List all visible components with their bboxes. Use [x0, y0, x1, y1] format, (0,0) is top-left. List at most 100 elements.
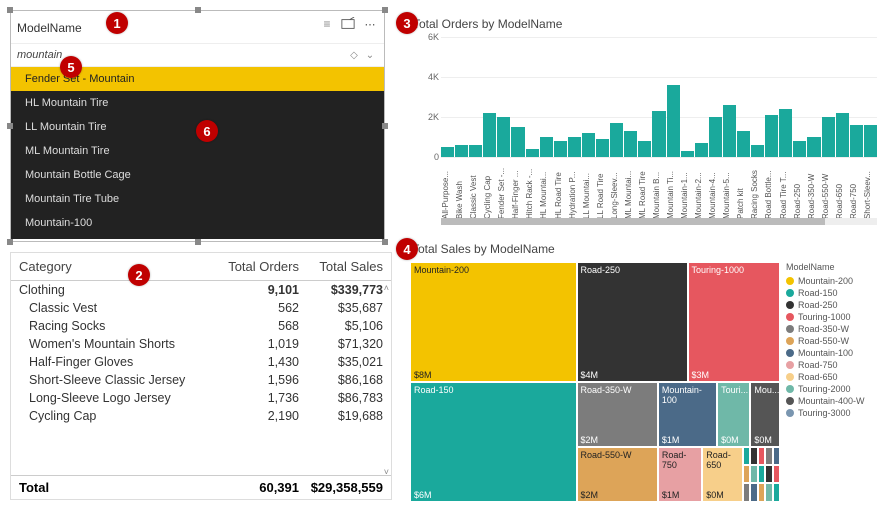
slicer-option[interactable]: Mountain Bottle Cage — [11, 163, 384, 187]
resize-handle[interactable] — [195, 7, 201, 13]
slicer-option[interactable]: HL Mountain Tire — [11, 91, 384, 115]
treemap-area[interactable]: Mountain-200$8MRoad-150$6MRoad-250$4MTou… — [410, 262, 780, 502]
treemap-tile[interactable]: Road-550-W$2M — [577, 447, 658, 502]
bar[interactable] — [511, 127, 524, 157]
legend-item[interactable]: Road-150 — [786, 288, 884, 298]
bar[interactable] — [483, 113, 496, 157]
treemap-tile-small[interactable] — [743, 483, 750, 501]
legend-item[interactable]: Mountain-200 — [786, 276, 884, 286]
legend-item[interactable]: Road-350-W — [786, 324, 884, 334]
bar[interactable] — [540, 137, 553, 157]
col-header-category[interactable]: Category — [19, 259, 219, 274]
matrix-row[interactable]: Clothing9,101$339,773 — [11, 281, 391, 299]
resize-handle[interactable] — [7, 7, 13, 13]
chart-scrollbar[interactable] — [441, 218, 877, 225]
treemap-tile[interactable]: Road-650$0M — [702, 447, 743, 502]
resize-handle[interactable] — [382, 123, 388, 129]
clear-search-icon[interactable]: ◇ — [346, 50, 362, 61]
slicer-dropdown[interactable]: Fender Set - MountainHL Mountain TireLL … — [11, 67, 384, 239]
treemap-tile[interactable]: Touri...$0M — [717, 382, 750, 447]
matrix-row[interactable]: Women's Mountain Shorts1,019$71,320 — [11, 335, 391, 353]
bar[interactable] — [751, 145, 764, 157]
bar[interactable] — [864, 125, 877, 157]
resize-handle[interactable] — [7, 239, 13, 245]
treemap-tile[interactable]: Road-350-W$2M — [577, 382, 658, 447]
treemap-tile-small[interactable] — [758, 465, 765, 483]
treemap-tile-small[interactable] — [765, 447, 772, 465]
treemap-tile[interactable]: Road-150$6M — [410, 382, 577, 502]
treemap-tile[interactable]: Mountain-100$1M — [658, 382, 717, 447]
bar[interactable] — [441, 147, 454, 157]
treemap-tile-small[interactable] — [750, 465, 757, 483]
focus-mode-icon[interactable] — [340, 16, 356, 32]
bar[interactable] — [596, 139, 609, 157]
resize-handle[interactable] — [382, 7, 388, 13]
bar[interactable] — [652, 111, 665, 157]
treemap-tile-small[interactable] — [765, 465, 772, 483]
drag-handle-icon[interactable]: ≡ — [320, 17, 334, 31]
bar[interactable] — [807, 137, 820, 157]
treemap-tile[interactable]: Road-750$1M — [658, 447, 702, 502]
slicer-option[interactable]: ML Mountain Tire — [11, 139, 384, 163]
treemap-tile-small[interactable] — [765, 483, 772, 501]
bar[interactable] — [779, 109, 792, 157]
matrix-row[interactable]: Short-Sleeve Classic Jersey1,596$86,168 — [11, 371, 391, 389]
treemap-tile[interactable]: Mountain-200$8M — [410, 262, 577, 382]
bar[interactable] — [723, 105, 736, 157]
treemap-tile-small[interactable] — [758, 447, 765, 465]
bar[interactable] — [793, 141, 806, 157]
matrix-row[interactable]: Cycling Cap2,190$19,688 — [11, 407, 391, 425]
bar[interactable] — [568, 137, 581, 157]
bar[interactable] — [610, 123, 623, 157]
bar[interactable] — [709, 117, 722, 157]
legend-item[interactable]: Touring-1000 — [786, 312, 884, 322]
treemap-tile-small[interactable] — [773, 483, 780, 501]
bar[interactable] — [850, 125, 863, 157]
legend-item[interactable]: Road-750 — [786, 360, 884, 370]
treemap-tile-small[interactable] — [773, 465, 780, 483]
more-options-icon[interactable]: ⋯ — [362, 16, 378, 32]
bar[interactable] — [554, 141, 567, 157]
slicer-option[interactable]: Mountain Tire Tube — [11, 187, 384, 211]
chevron-down-icon[interactable]: ⌄ — [362, 50, 378, 61]
resize-handle[interactable] — [195, 239, 201, 245]
slicer-option[interactable]: Mountain-100 — [11, 211, 384, 235]
bar[interactable] — [737, 131, 750, 157]
treemap-tile[interactable]: Touring-1000$3M — [688, 262, 781, 382]
treemap-tile-small[interactable] — [743, 447, 750, 465]
col-header-sales[interactable]: Total Sales — [299, 259, 383, 274]
bar-chart-visual[interactable]: Total Orders by ModelName 02K4K6K All-Pu… — [404, 10, 884, 230]
bar[interactable] — [624, 131, 637, 157]
treemap-tile-small[interactable] — [743, 465, 750, 483]
bar[interactable] — [836, 113, 849, 157]
treemap-visual[interactable]: Total Sales by ModelName Mountain-200$8M… — [404, 240, 884, 510]
resize-handle[interactable] — [382, 239, 388, 245]
bar[interactable] — [497, 117, 510, 157]
legend-item[interactable]: Road-250 — [786, 300, 884, 310]
treemap-tile-small[interactable] — [773, 447, 780, 465]
bar[interactable] — [765, 115, 778, 157]
matrix-row[interactable]: Racing Socks568$5,106 — [11, 317, 391, 335]
treemap-tile[interactable]: Road-250$4M — [577, 262, 688, 382]
scroll-up-icon[interactable]: ˄ — [384, 283, 389, 293]
bar[interactable] — [526, 149, 539, 157]
treemap-tile-small[interactable] — [750, 483, 757, 501]
bar[interactable] — [667, 85, 680, 157]
legend-item[interactable]: Touring-3000 — [786, 408, 884, 418]
bar[interactable] — [455, 145, 468, 157]
bar[interactable] — [822, 117, 835, 157]
matrix-visual[interactable]: Category Total Orders Total Sales ˄ Clot… — [10, 252, 392, 500]
legend-item[interactable]: Road-650 — [786, 372, 884, 382]
legend-item[interactable]: Road-550-W — [786, 336, 884, 346]
bar[interactable] — [638, 141, 651, 157]
bar[interactable] — [469, 145, 482, 157]
legend-item[interactable]: Touring-2000 — [786, 384, 884, 394]
treemap-tile-small[interactable] — [750, 447, 757, 465]
bar[interactable] — [582, 133, 595, 157]
bar[interactable] — [695, 143, 708, 157]
matrix-row[interactable]: Half-Finger Gloves1,430$35,021 — [11, 353, 391, 371]
treemap-tile-small[interactable] — [758, 483, 765, 501]
legend-item[interactable]: Mountain-400-W — [786, 396, 884, 406]
matrix-body[interactable]: Clothing9,101$339,773Classic Vest562$35,… — [11, 281, 391, 469]
resize-handle[interactable] — [7, 123, 13, 129]
